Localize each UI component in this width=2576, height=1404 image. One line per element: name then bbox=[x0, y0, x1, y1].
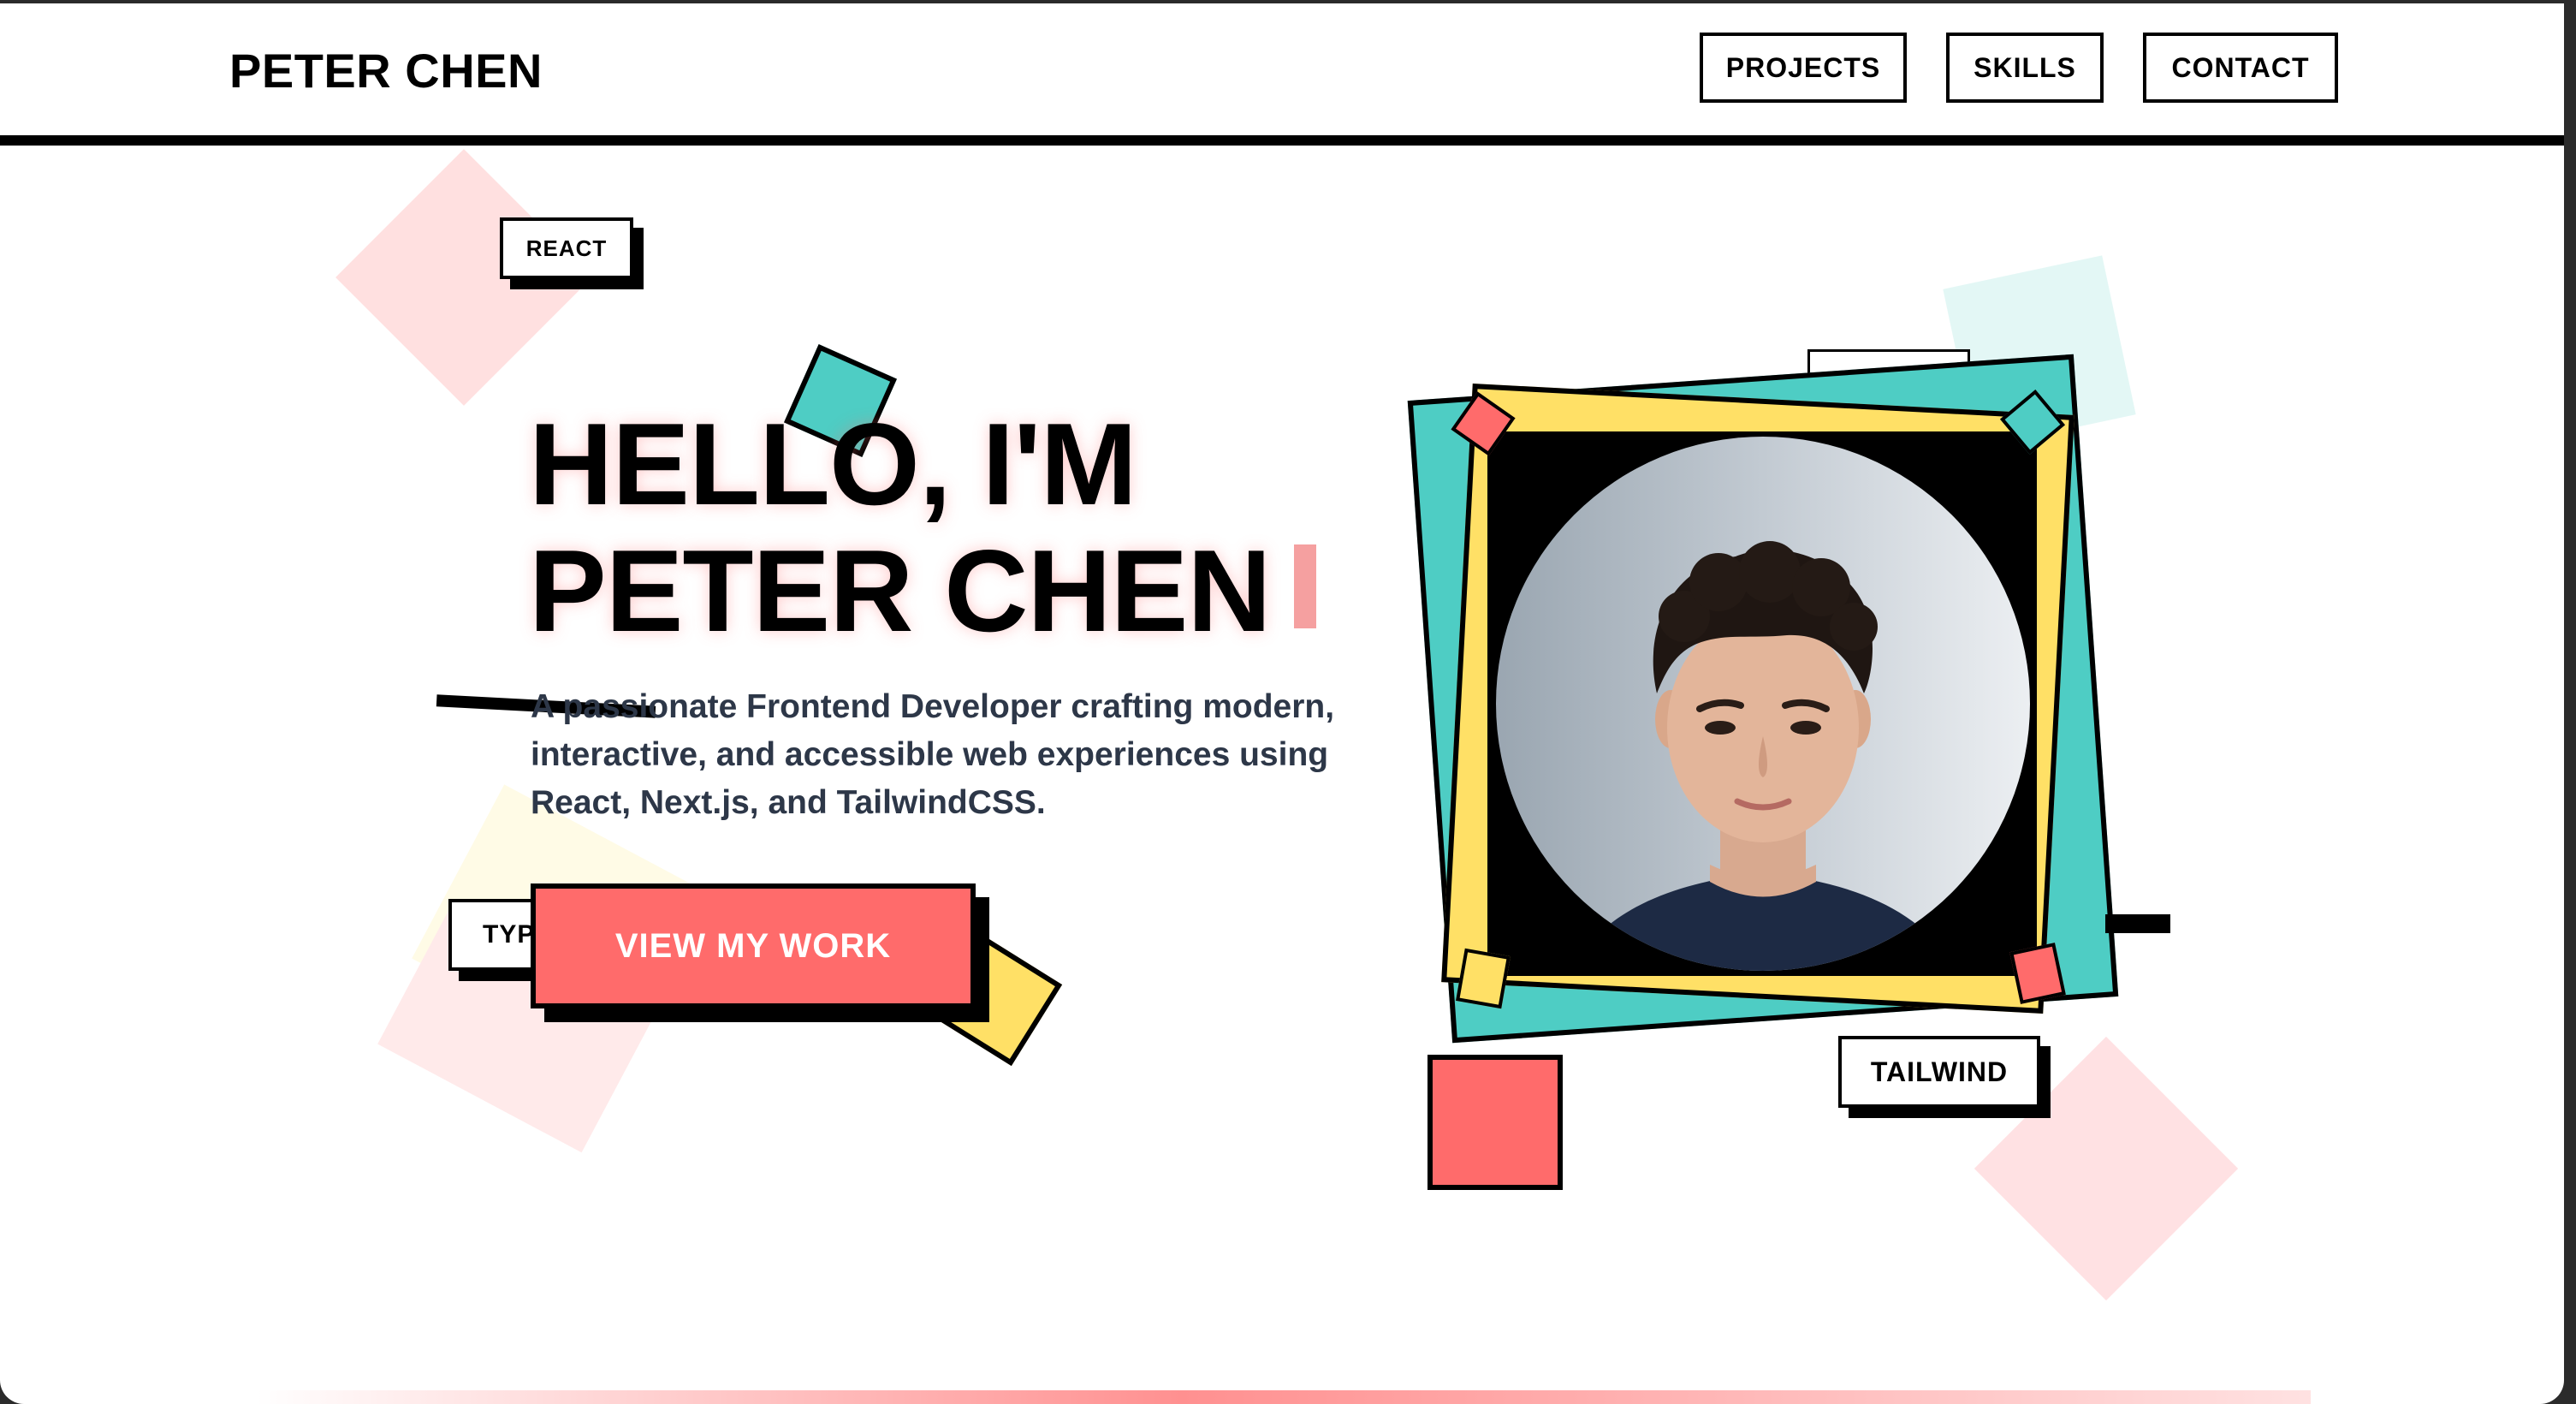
profile-photo bbox=[1496, 437, 2030, 971]
profile-illustration bbox=[1570, 541, 1956, 971]
hero-description-line1: A passionate Frontend Developer crafting… bbox=[531, 688, 1335, 725]
typing-cursor bbox=[1294, 544, 1316, 628]
black-bar-decoration bbox=[2105, 914, 2170, 933]
view-my-work-button[interactable]: VIEW MY WORK bbox=[531, 883, 976, 1008]
site-logo[interactable]: PETER CHEN bbox=[229, 43, 543, 98]
nav-skills-button[interactable]: SKILLS bbox=[1946, 33, 2104, 103]
tailwind-tag: TAILWIND bbox=[1838, 1036, 2040, 1108]
hero-description-line2: interactive, and accessible web experien… bbox=[531, 736, 1329, 773]
coral-square-decoration bbox=[1427, 1055, 1563, 1190]
hero-heading-line1: HELLO, I'M bbox=[529, 399, 1137, 529]
typescript-tag-label: TYP bbox=[483, 920, 536, 949]
react-tag: REACT bbox=[500, 217, 633, 279]
portfolio-page: PETER CHEN PROJECTS SKILLS CONTACT REACT… bbox=[0, 0, 2564, 1404]
hero-description-line3: React, Next.js, and TailwindCSS. bbox=[531, 784, 1046, 821]
site-header: PETER CHEN PROJECTS SKILLS CONTACT bbox=[0, 3, 2564, 146]
hero-heading-line2: PETER CHEN bbox=[529, 526, 1272, 656]
nav-contact-button[interactable]: CONTACT bbox=[2143, 33, 2338, 103]
corner-tab-bottom-left bbox=[1456, 948, 1511, 1009]
nav-projects-button[interactable]: PROJECTS bbox=[1700, 33, 1907, 103]
